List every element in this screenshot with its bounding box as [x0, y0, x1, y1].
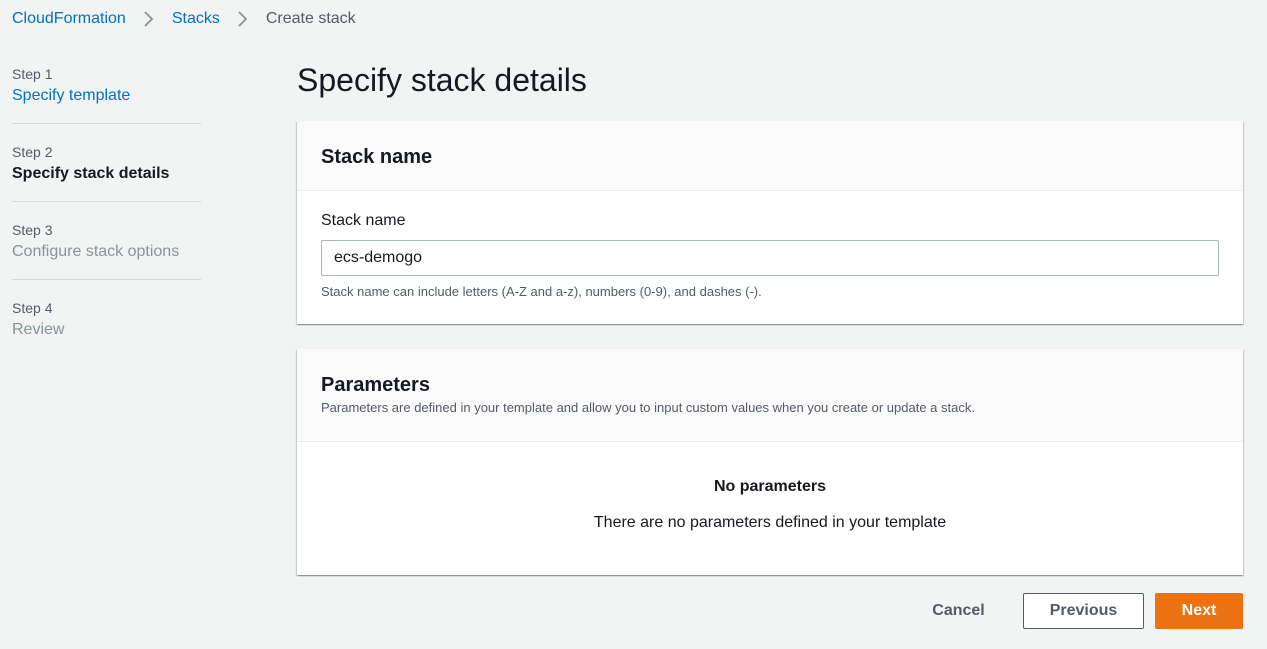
- wizard-step-3: Step 3 Configure stack options: [12, 220, 201, 280]
- step-number: Step 4: [12, 300, 53, 316]
- wizard-steps: Step 1 Specify template Step 2 Specify s…: [12, 64, 201, 375]
- panel-header: Stack name: [297, 121, 1243, 191]
- step-title-current: Specify stack details: [12, 165, 170, 182]
- next-button[interactable]: Next: [1155, 593, 1243, 629]
- breadcrumb: CloudFormation Stacks Create stack: [12, 9, 356, 29]
- chevron-right-icon: [237, 11, 249, 27]
- panel-description: Parameters are defined in your template …: [321, 400, 975, 415]
- panel-heading: Parameters: [321, 374, 430, 396]
- step-title-disabled: Review: [12, 321, 65, 338]
- parameters-panel: Parameters Parameters are defined in you…: [297, 349, 1243, 575]
- wizard-step-2: Step 2 Specify stack details: [12, 142, 201, 202]
- cancel-button[interactable]: Cancel: [914, 593, 1003, 629]
- stack-name-hint: Stack name can include letters (A-Z and …: [321, 284, 762, 299]
- stack-name-label: Stack name: [321, 212, 406, 229]
- page-title: Specify stack details: [297, 62, 587, 98]
- step-number: Step 1: [12, 66, 53, 82]
- empty-state-description: There are no parameters defined in your …: [593, 514, 947, 531]
- step-title-disabled: Configure stack options: [12, 243, 180, 260]
- empty-state: No parameters There are no parameters de…: [297, 442, 1243, 533]
- breadcrumb-current: Create stack: [265, 10, 356, 27]
- empty-state-title: No parameters: [713, 478, 827, 495]
- breadcrumb-stacks[interactable]: Stacks: [172, 10, 220, 28]
- panel-heading: Stack name: [321, 146, 433, 168]
- chevron-right-icon: [143, 11, 155, 27]
- breadcrumb-cloudformation[interactable]: CloudFormation: [12, 10, 126, 28]
- wizard-step-4: Step 4 Review: [12, 298, 201, 357]
- step-number: Step 3: [12, 222, 53, 238]
- step-link-specify-template[interactable]: Specify template: [12, 85, 201, 107]
- step-number: Step 2: [12, 144, 53, 160]
- previous-button[interactable]: Previous: [1023, 593, 1144, 629]
- wizard-step-1: Step 1 Specify template: [12, 64, 201, 124]
- stack-name-panel: Stack name Stack name Stack name can inc…: [297, 121, 1243, 324]
- stack-name-input[interactable]: [321, 240, 1219, 276]
- panel-header: Parameters Parameters are defined in you…: [297, 349, 1243, 442]
